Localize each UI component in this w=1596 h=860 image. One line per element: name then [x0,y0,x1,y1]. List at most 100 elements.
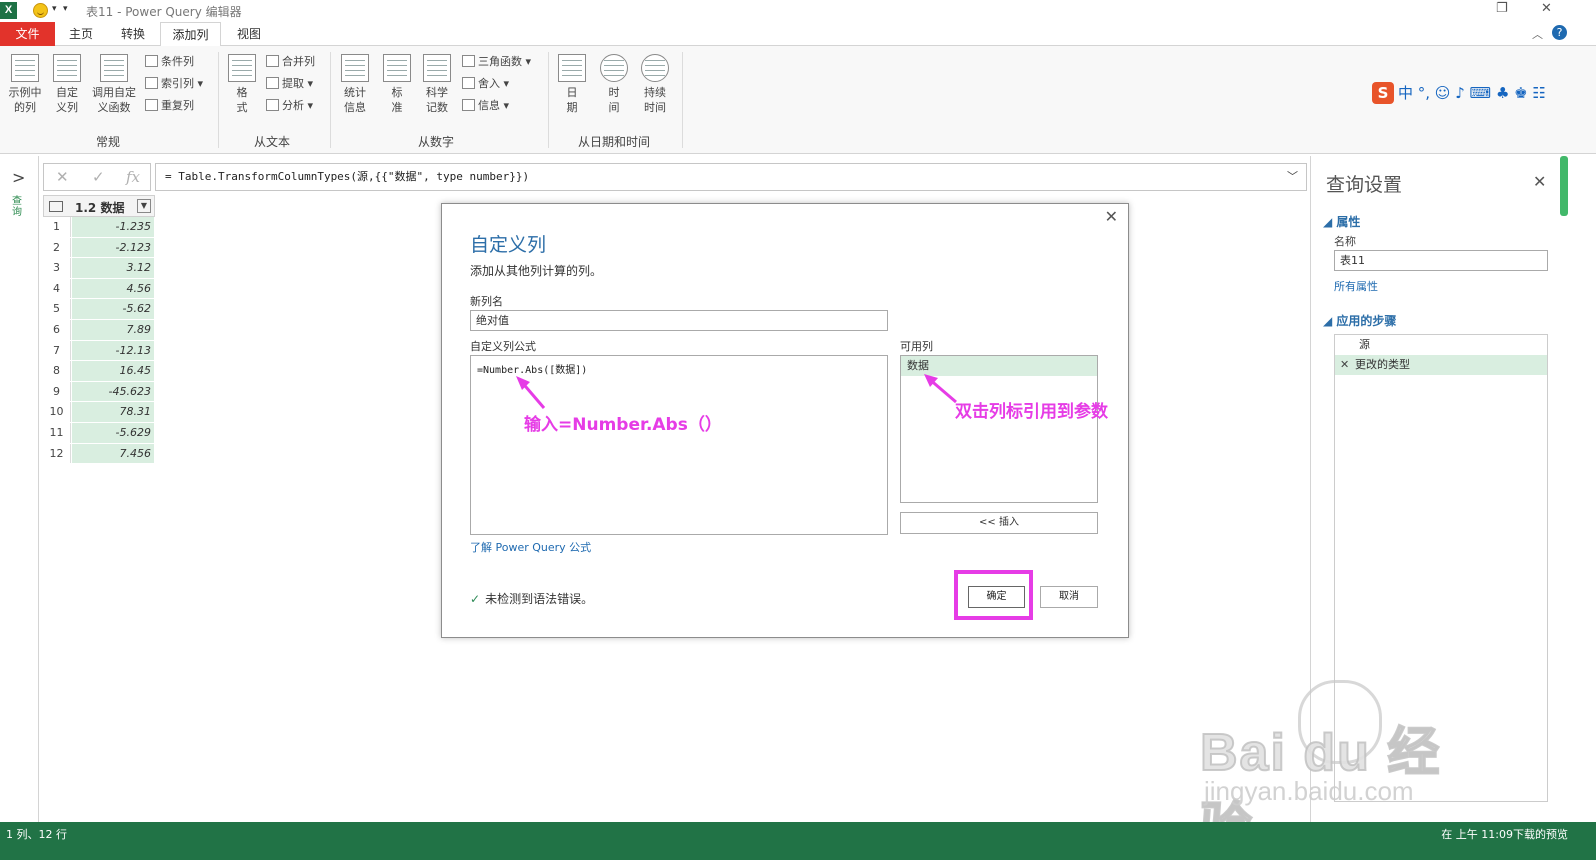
filter-dropdown-icon[interactable]: ▼ [137,199,151,213]
cell-value[interactable]: 78.31 [72,402,154,422]
insert-button[interactable]: << 插入 [900,512,1098,534]
time-button[interactable]: 时间 [596,54,632,115]
conditional-column-button[interactable]: 条件列 [145,52,194,72]
annotation-available: 双击列标引用到参数 [955,402,1108,422]
tab-add-column[interactable]: 添加列 [160,22,221,47]
cell-value[interactable]: -2.123 [72,237,154,258]
merge-columns-button[interactable]: 合并列 [266,52,315,72]
queries-pane-label[interactable]: 查询 [12,196,24,218]
rounding-button[interactable]: 舍入 ▾ [462,74,509,94]
formula-controls: ✕ ✓ fx [43,163,151,191]
smiley-feedback-icon[interactable] [33,3,48,18]
ribbon-tabs: 文件 主页 转换 添加列 视图 ︿ ? [0,22,1596,47]
scrollbar[interactable] [1560,156,1568,216]
fx-icon[interactable]: fx [126,168,140,186]
standard-button[interactable]: 标准 [380,54,414,115]
properties-section[interactable]: ◢ 属性 [1323,213,1360,230]
cell-value[interactable]: -5.62 [72,299,154,319]
custom-column-dialog: ✕ 自定义列 添加从其他列计算的列。 新列名 绝对值 自定义列公式 =Numbe… [441,203,1129,638]
invoke-custom-function-button[interactable]: 调用自定义函数 [88,54,140,115]
close-window-icon[interactable]: ✕ [1541,1,1552,16]
type-indicator[interactable]: 1.2 [75,201,96,215]
close-icon[interactable]: ✕ [1105,207,1118,226]
cell-value[interactable]: -5.629 [72,422,154,443]
index-column-button[interactable]: 索引列 ▾ [145,74,203,94]
parse-button[interactable]: 分析 ▾ [266,96,313,116]
restore-window-icon[interactable]: ❐ [1496,1,1508,16]
cancel-button[interactable]: 取消 [1040,586,1098,608]
group-label-general: 常规 [95,135,120,149]
column-header[interactable]: 1.2 数据 ▼ [43,195,155,217]
column-name: 数据 [100,201,125,215]
tab-file[interactable]: 文件 [0,22,55,46]
cancel-formula-icon[interactable]: ✕ [56,168,69,186]
collapse-ribbon-icon[interactable]: ︿ [1532,26,1543,42]
divider [38,156,39,822]
cell-value[interactable]: 7.89 [72,319,154,340]
learn-power-query-link[interactable]: 了解 Power Query 公式 [470,539,591,555]
ime-toolbar[interactable]: S中 °, ☺ ♪ ⌨ ♣ ♚ ☷ [1372,82,1546,106]
query-name-input[interactable]: 表11 [1334,250,1548,271]
annotation-arrow-formula [516,376,546,409]
close-icon[interactable]: ✕ [1533,172,1546,191]
table-row[interactable]: 12 7.456 [43,443,155,465]
table-row[interactable]: 9 -45.623 [43,381,155,403]
help-icon[interactable]: ? [1552,25,1567,40]
cell-value[interactable]: -45.623 [72,381,154,402]
step-source[interactable]: 源 [1335,335,1547,355]
table-row[interactable]: 6 7.89 [43,319,155,341]
row-index: 1 [43,217,71,237]
round-icon [462,77,475,89]
cell-value[interactable]: -12.13 [72,340,154,361]
format-button[interactable]: 格式 [224,54,260,115]
table-row[interactable]: 7 -12.13 [43,340,155,362]
cell-value[interactable]: -1.235 [72,217,154,237]
table-row[interactable]: 11 -5.629 [43,422,155,444]
column-from-examples-button[interactable]: 示例中的列 [4,54,46,115]
custom-column-button[interactable]: 自定义列 [50,54,84,115]
statistics-button[interactable]: 统计信息 [336,54,374,115]
table-row[interactable]: 2 -2.123 [43,237,155,259]
extract-button[interactable]: 提取 ▾ [266,74,313,94]
collapse-triangle-icon: ◢ [1323,215,1333,229]
tab-transform[interactable]: 转换 [114,22,152,46]
table-row[interactable]: 10 78.31 [43,402,155,423]
formula-bar[interactable]: = Table.TransformColumnTypes(源,{{"数据", t… [155,163,1307,191]
ok-button[interactable]: 确定 [968,586,1025,608]
information-button[interactable]: 信息 ▾ [462,96,509,116]
scientific-button[interactable]: 科学记数 [418,54,456,115]
table-row[interactable]: 3 3.12 [43,258,155,279]
row-index: 9 [43,381,71,402]
delete-step-icon[interactable]: ✕ [1340,355,1349,375]
all-properties-link[interactable]: 所有属性 [1334,278,1378,294]
trigonometry-button[interactable]: 三角函数 ▾ [462,52,531,72]
table-row[interactable]: 4 4.56 [43,278,155,300]
cell-value[interactable]: 7.456 [72,443,154,464]
table-row[interactable]: 1 -1.235 [43,217,155,238]
new-column-name-input[interactable]: 绝对值 [470,310,888,331]
index-icon [145,77,158,89]
date-button[interactable]: 日期 [554,54,590,115]
confirm-formula-icon[interactable]: ✓ [92,168,105,186]
duration-button[interactable]: 持续时间 [636,54,674,115]
duplicate-column-button[interactable]: 重复列 [145,96,194,116]
exponent-icon [423,54,451,82]
trig-icon [462,55,475,67]
cell-value[interactable]: 4.56 [72,278,154,299]
cell-value[interactable]: 3.12 [72,258,154,278]
status-right: 在 上午 11:09下载的预览 [1441,828,1568,841]
applied-steps-section[interactable]: ◢ 应用的步骤 [1323,312,1396,329]
expand-queries-icon[interactable]: > [12,168,25,187]
chevron-down-icon[interactable]: ﹀ [1287,164,1298,190]
row-index: 4 [43,278,71,299]
step-changed-type[interactable]: ✕ 更改的类型 [1335,355,1547,375]
qat-dropdown-icon[interactable]: ▾ [52,4,57,14]
customize-qat-icon[interactable]: ▾ [63,4,68,14]
tab-view[interactable]: 视图 [230,22,268,46]
cell-value[interactable]: 16.45 [72,361,154,381]
tab-home[interactable]: 主页 [62,22,100,46]
group-divider [548,52,549,148]
table-row[interactable]: 5 -5.62 [43,299,155,320]
table-menu-icon[interactable] [49,201,63,212]
table-row[interactable]: 8 16.45 [43,361,155,382]
